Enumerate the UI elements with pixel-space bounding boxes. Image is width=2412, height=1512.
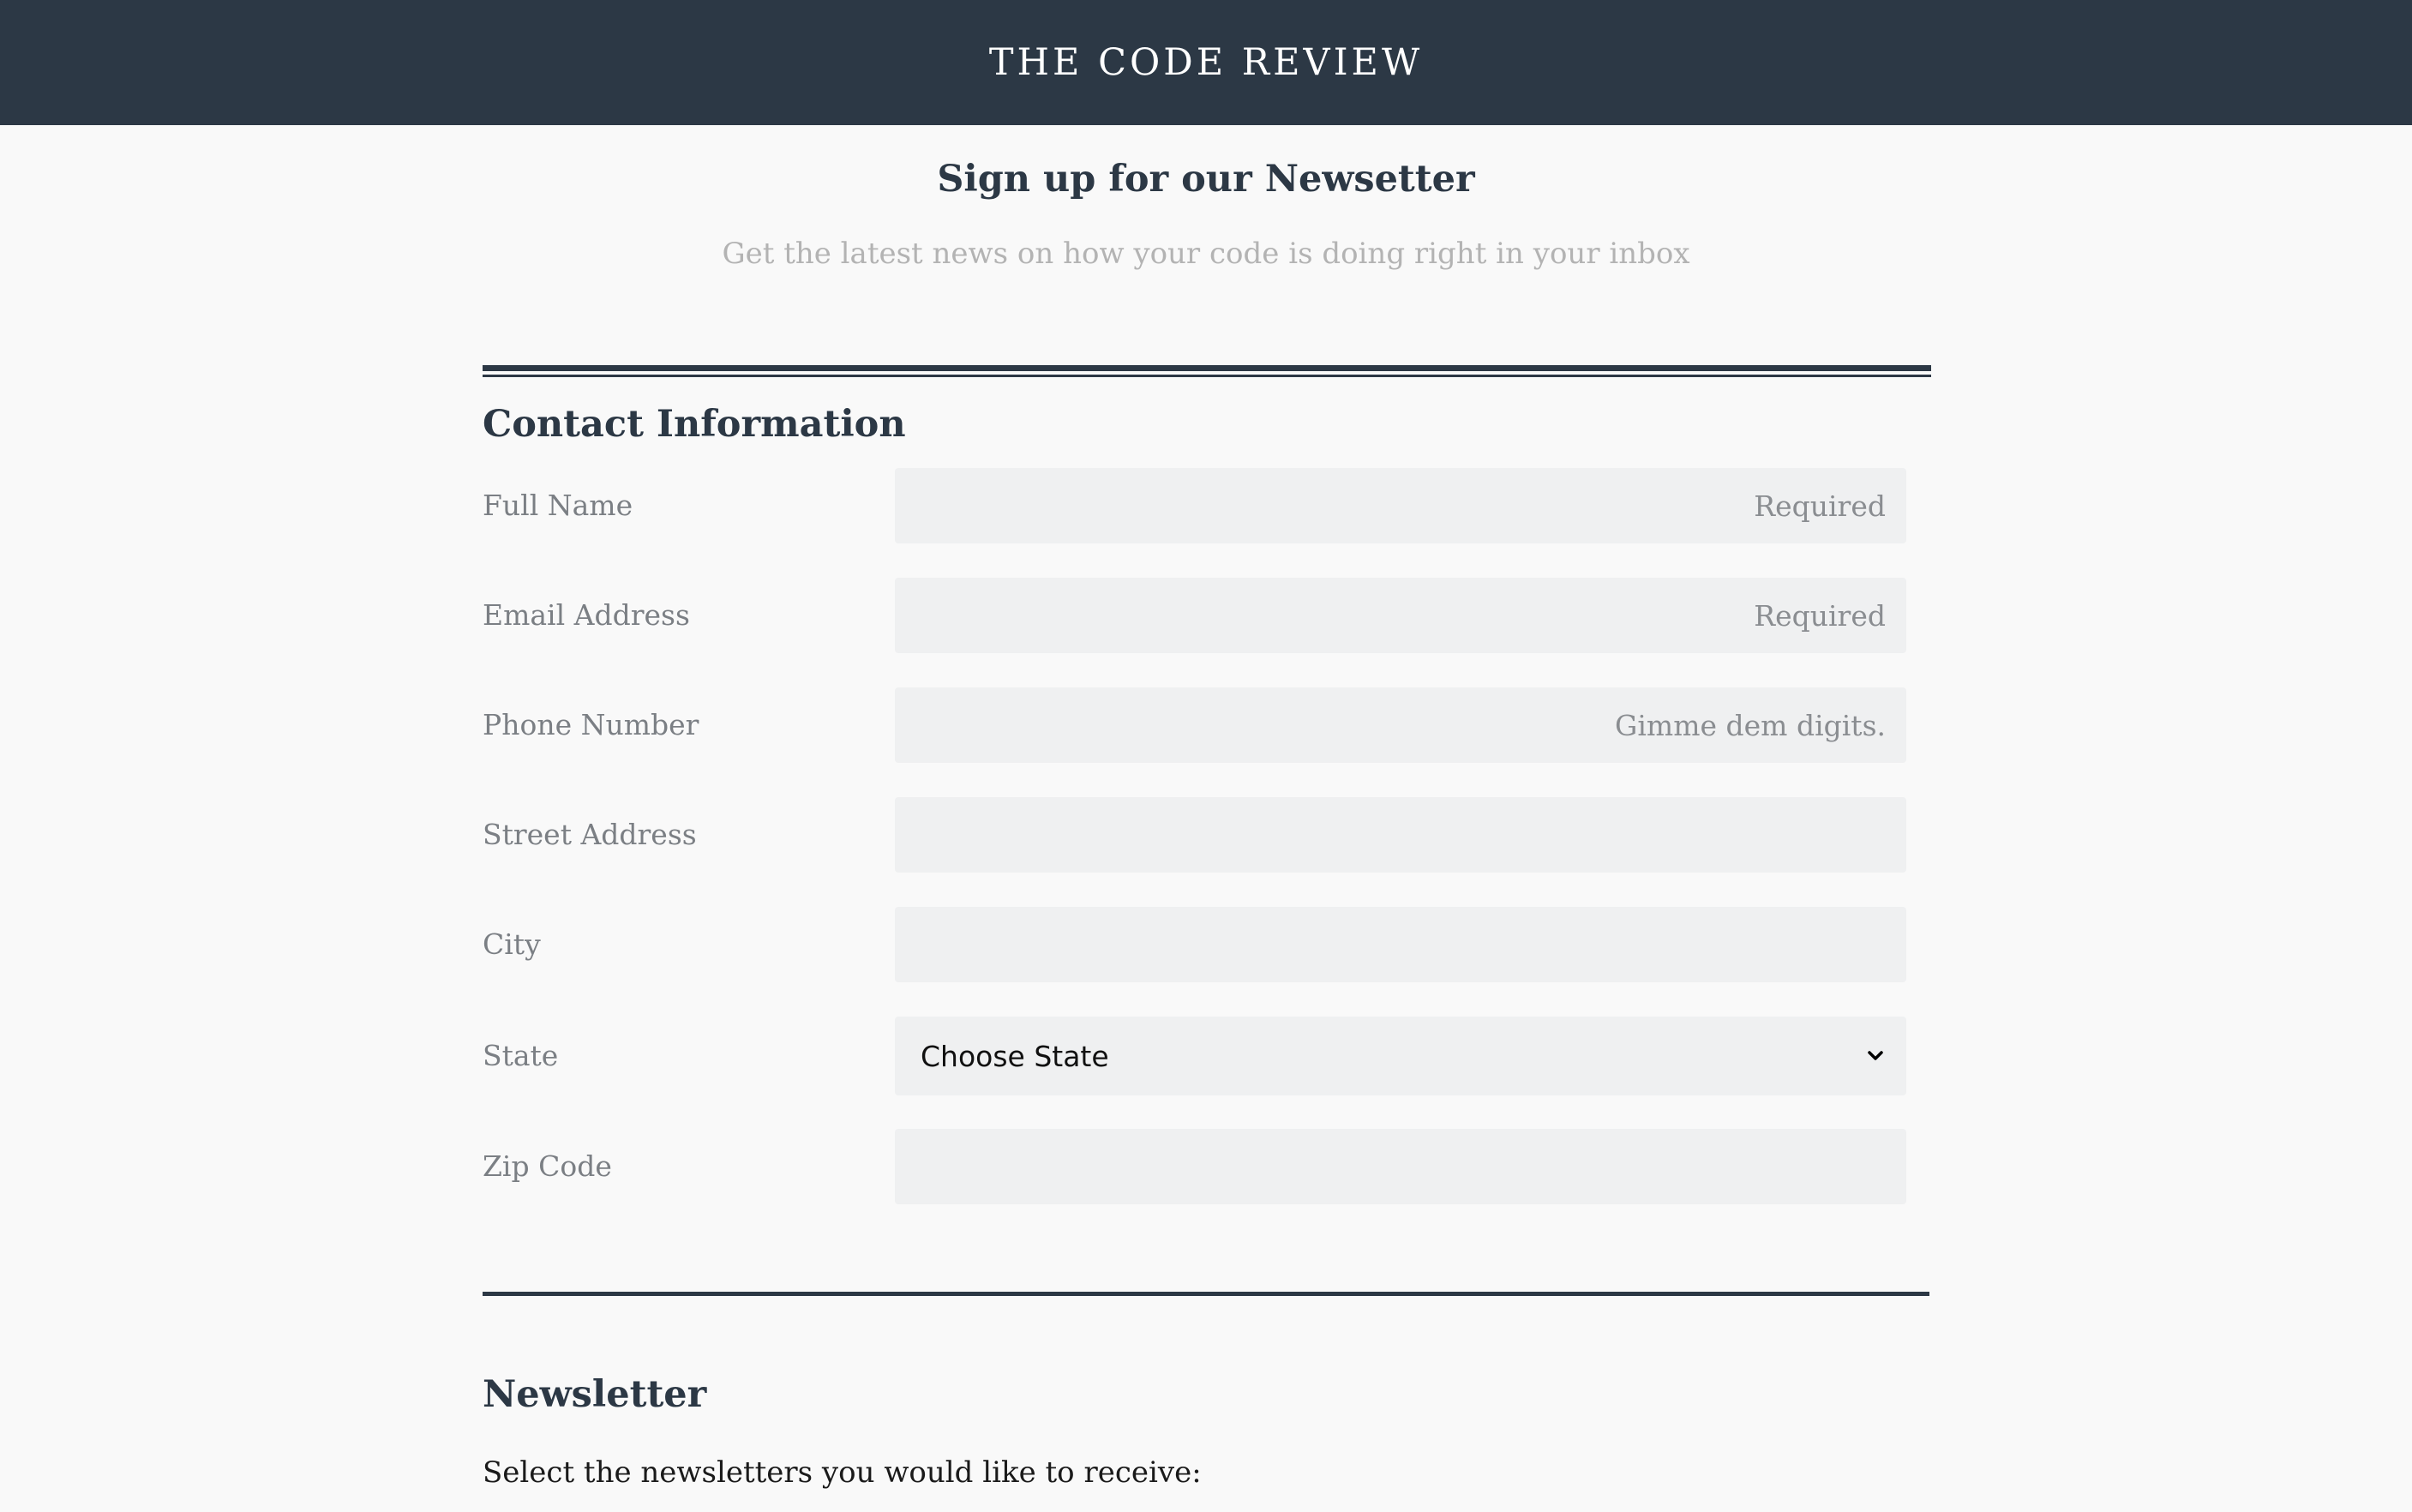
email-label: Email Address [483,598,690,632]
state-select-value: Choose State [921,1039,1109,1073]
zip-label: Zip Code [483,1149,612,1183]
street-input[interactable] [895,797,1906,873]
full-name-label: Full Name [483,489,633,522]
city-row: City [483,907,1906,982]
email-input[interactable] [895,578,1906,653]
newsletter-section-title: Newsletter [483,1373,707,1416]
chevron-down-icon [1865,1046,1886,1066]
full-name-row: Full Name [483,468,1906,543]
city-label: City [483,927,541,961]
state-label: State [483,1039,559,1072]
contact-section-title: Contact Information [483,403,906,446]
city-input[interactable] [895,907,1906,982]
full-name-input[interactable] [895,468,1906,543]
phone-row: Phone Number [483,687,1906,763]
email-row: Email Address [483,578,1906,653]
signup-title: Sign up for our Newsetter [937,158,1475,201]
state-select[interactable]: Choose State [895,1017,1906,1095]
street-label: Street Address [483,818,697,851]
site-header: THE CODE REVIEW [0,0,2412,125]
signup-subtitle: Get the latest news on how your code is … [722,237,1690,271]
section-divider [483,1292,1929,1296]
phone-label: Phone Number [483,708,699,741]
newsletter-instruction: Select the newsletters you would like to… [483,1455,1202,1490]
site-brand[interactable]: THE CODE REVIEW [989,41,1423,84]
state-row: State Choose State [483,1017,1906,1095]
zip-row: Zip Code [483,1129,1906,1204]
section-divider-double [483,365,1931,377]
phone-input[interactable] [895,687,1906,763]
street-row: Street Address [483,797,1906,873]
zip-input[interactable] [895,1129,1906,1204]
